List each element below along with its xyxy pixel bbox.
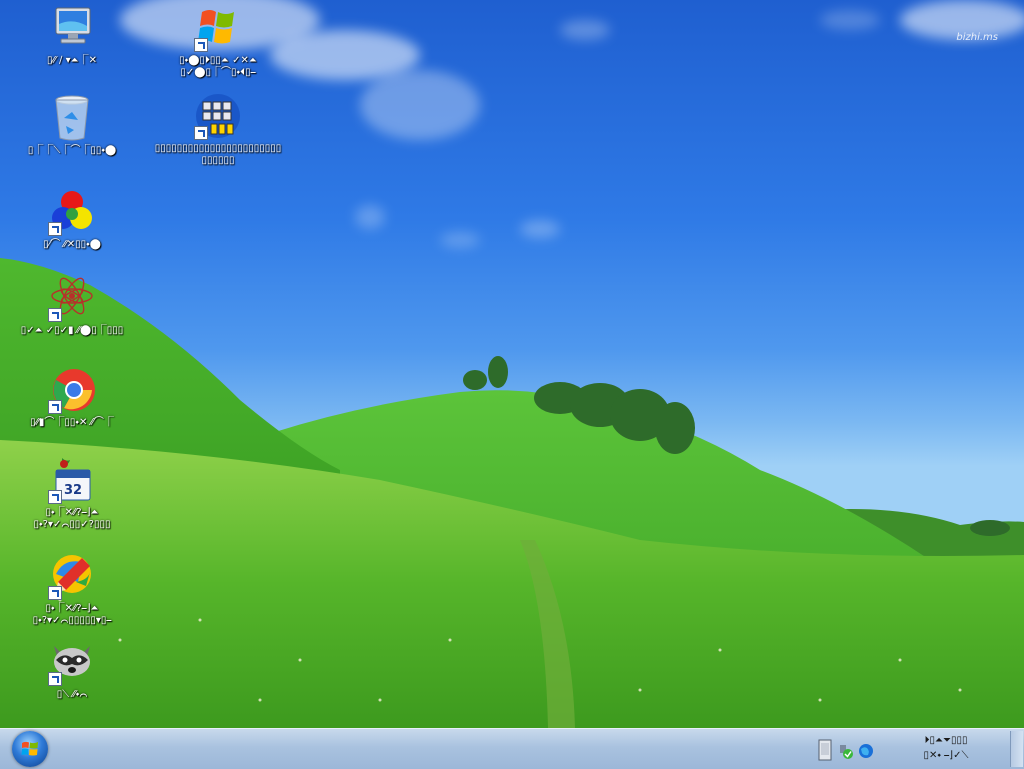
recycle-bin-icon [48, 94, 96, 142]
taskbar: ⏵▯⏶⏷▯▯▯ ▯✕⬩ ⎯⌋✓⟍ [0, 728, 1024, 769]
network-icon[interactable] [838, 743, 854, 759]
globe-icon[interactable] [858, 743, 874, 759]
desktop-icon-windows-shortcut[interactable]: ▯⬩⬤▯⏵▯▯⏶ ✓✕⏶ ▯✓⬤▯⎾⌒▯⬩⏴▯⎯ [153, 4, 283, 79]
shortcut-arrow-icon [48, 308, 62, 322]
shortcut-arrow-icon [48, 490, 62, 504]
desktop-icon-chrome[interactable]: ▯⁄⁄▮⌒⎾▯▯⬩✕ ⁄⁄⌒⎾ [7, 366, 137, 429]
color-balls-icon [48, 188, 96, 236]
wallpaper-watermark: bizhi.ms [956, 32, 998, 43]
desktop-icon-label: ▯⬩⬤▯⏵▯▯⏶ ✓✕⏶ ▯✓⬤▯⎾⌒▯⬩⏴▯⎯ [179, 55, 257, 78]
shortcut-arrow-icon [48, 400, 62, 414]
windows-orb-icon [21, 741, 38, 756]
desktop-icon-label: ▯⁄⁄ ∕ ▾⏶⎾✕ [47, 55, 97, 66]
desktop-icon-label: ▯⟍ ⁄⁄⬩⌒ [56, 689, 88, 700]
desktop-icon-label: ▯⬩⎾✕⁄⁄?⎯⌋⏶ ▯⬩?▾✓⌒▯▯▯▯▯▾▯⎯ [32, 603, 112, 626]
desktop-icon-label: ▯✓⏶ ✓▯✓▮ ⁄⁄⬤▯⎾▯▯▯ [20, 325, 124, 336]
clock-date: ▯✕⬩ ⎯⌋✓⟍ [923, 750, 969, 761]
calendar-32-icon: 32 [48, 456, 96, 504]
show-desktop-button[interactable] [1010, 731, 1023, 767]
shortcut-arrow-icon [48, 672, 62, 686]
desktop-icon-pencil-app[interactable]: ▯⬩⎾✕⁄⁄?⎯⌋⏶ ▯⬩?▾✓⌒▯▯▯▯▯▾▯⎯ [7, 552, 137, 627]
shortcut-arrow-icon [48, 222, 62, 236]
desktop-icon-label: ▯▯▯▯▯▯▯▯▯▯▯▯▯▯▯▯▯▯▯▯▯▯▯▯▯▯▯▯▯ [154, 143, 282, 166]
pencil-app-icon [48, 552, 96, 600]
shortcut-arrow-icon [194, 126, 208, 140]
device-icon[interactable] [818, 739, 832, 761]
svg-text:32: 32 [64, 483, 82, 498]
desktop-icon-label: ▯⁄⌒ ⁄⁄✕▯▯⬩⬤ [43, 239, 101, 250]
start-button[interactable] [12, 731, 48, 767]
desktop-icon-label: ▯⎾⎾⟍⎾⌒⎾▯▯⬩⬤ [27, 145, 117, 156]
shortcut-arrow-icon [194, 38, 208, 52]
desktop-icon-recycle-bin[interactable]: ▯⎾⎾⟍⎾⌒⎾▯▯⬩⬤ [7, 94, 137, 157]
system-tray [812, 733, 876, 765]
desktop-icon-computer[interactable]: ▯⁄⁄ ∕ ▾⏶⎾✕ [7, 4, 137, 67]
shortcut-arrow-icon [48, 586, 62, 600]
clock[interactable]: ⏵▯⏶⏷▯▯▯ ▯✕⬩ ⎯⌋✓⟍ [898, 733, 994, 763]
clock-time: ⏵▯⏶⏷▯▯▯ [924, 735, 968, 746]
chrome-icon [48, 366, 96, 414]
atom-flower-icon [48, 274, 96, 322]
desktop-icon-label: ▯⬩⎾✕⁄⁄?⎯⌋⏶ ▯⬩?▾✓⌒▯▯✓?▯▯▯ [33, 507, 111, 530]
windows-logo-icon [194, 4, 242, 52]
desktop-icon-label: ▯⁄⁄▮⌒⎾▯▯⬩✕ ⁄⁄⌒⎾ [30, 417, 114, 428]
raccoon-icon [48, 638, 96, 686]
desktop-icon-grid-app[interactable]: ▯▯▯▯▯▯▯▯▯▯▯▯▯▯▯▯▯▯▯▯▯▯▯▯▯▯▯▯▯ [153, 92, 283, 167]
grid-app-icon [194, 92, 242, 140]
desktop-icon-raccoon[interactable]: ▯⟍ ⁄⁄⬩⌒ [7, 638, 137, 701]
computer-icon [48, 4, 96, 52]
desktop-icon-atom[interactable]: ▯✓⏶ ✓▯✓▮ ⁄⁄⬤▯⎾▯▯▯ [7, 274, 137, 337]
desktop-background: bizhi.ms ▯⁄⁄ ∕ ▾⏶⎾✕ ▯⬩⬤▯⏵▯▯⏶ ✓✕⏶ ▯✓⬤▯⎾⌒▯… [0, 0, 1024, 728]
desktop-icon-color-balls[interactable]: ▯⁄⌒ ⁄⁄✕▯▯⬩⬤ [7, 188, 137, 251]
desktop-icon-calendar[interactable]: 32 ▯⬩⎾✕⁄⁄?⎯⌋⏶ ▯⬩?▾✓⌒▯▯✓?▯▯▯ [7, 456, 137, 531]
